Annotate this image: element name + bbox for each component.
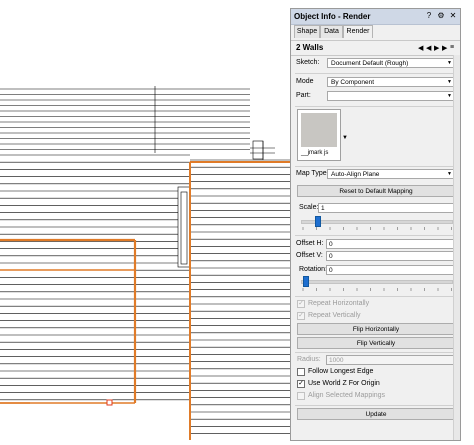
object-name: 2 Walls (296, 43, 324, 52)
divider (295, 235, 456, 236)
use-world-z-label: Use World Z For Origin (308, 380, 380, 387)
last-object-icon[interactable]: ▶ (442, 44, 447, 52)
map-type-value: Auto-Align Plane (331, 171, 380, 178)
map-type-dropdown[interactable]: Auto-Align Plane ▼ (327, 169, 455, 179)
divider (295, 166, 456, 167)
radius-field[interactable]: 1000 (326, 355, 455, 365)
tab-data[interactable]: Data (320, 25, 343, 38)
sketch-label: Sketch: (296, 59, 320, 66)
repeat-horizontally-label: Repeat Horizontally (308, 300, 370, 307)
object-header: 2 Walls ◀ ◀ ▶ ▶ ≡ (291, 40, 460, 56)
first-object-icon[interactable]: ◀ (418, 44, 423, 52)
selection-handle (106, 399, 113, 406)
chevron-down-icon: ▼ (447, 171, 452, 177)
scale-label: Scale: (299, 204, 319, 211)
tab-render[interactable]: Render (343, 25, 373, 38)
scale-slider-thumb[interactable] (315, 216, 321, 227)
palette-scrollbar[interactable] (453, 55, 460, 440)
rotation-slider-ticks (302, 288, 452, 291)
divider (295, 405, 456, 406)
mode-value: By Component (331, 79, 374, 86)
drawing-canvas[interactable] (0, 0, 290, 445)
follow-longest-edge-label: Follow Longest Edge (308, 368, 374, 375)
gear-icon[interactable]: ⚙ (436, 11, 446, 21)
repeat-horizontally-checkbox[interactable]: ✓ (297, 300, 305, 308)
scale-field[interactable]: 1 (318, 203, 455, 213)
sketch-dropdown[interactable]: Document Default (Rough) ▼ (327, 58, 455, 68)
door-panel (180, 191, 188, 265)
divider (295, 296, 456, 297)
scale-slider-ticks (302, 227, 452, 230)
divider (295, 106, 456, 107)
chevron-down-icon: ▼ (447, 93, 452, 99)
mode-dropdown[interactable]: By Component ▼ (327, 77, 455, 87)
use-world-z-checkbox[interactable]: ✓ (297, 380, 305, 388)
offset-h-field[interactable]: 0 (326, 239, 455, 249)
texture-menu-arrow-icon[interactable]: ▼ (341, 131, 349, 145)
help-icon[interactable]: ? (424, 11, 434, 21)
radius-label: Radius: (297, 356, 321, 363)
follow-longest-edge-checkbox[interactable] (297, 368, 305, 376)
palette-title: Object Info - Render (294, 12, 371, 21)
chevron-down-icon: ▼ (447, 79, 452, 85)
flip-vertically-button[interactable]: Flip Vertically (297, 337, 455, 349)
divider (295, 73, 456, 74)
update-button[interactable]: Update (297, 408, 455, 420)
offset-v-field[interactable]: 0 (326, 251, 455, 261)
roof-vent (252, 140, 264, 160)
flip-horizontally-button[interactable]: Flip Horizontally (297, 323, 455, 335)
offset-v-label: Offset V: (296, 252, 323, 259)
rotation-slider-track[interactable] (301, 280, 453, 284)
reset-mapping-button[interactable]: Reset to Default Mapping (297, 185, 455, 197)
repeat-vertically-label: Repeat Vertically (308, 312, 361, 319)
palette-titlebar[interactable]: Object Info - Render ? ⚙ ✕ (291, 9, 460, 25)
repeat-vertically-checkbox[interactable]: ✓ (297, 312, 305, 320)
texture-preview[interactable]: __jmark js (297, 109, 341, 161)
object-info-palette: Object Info - Render ? ⚙ ✕ Shape Data Re… (290, 8, 461, 441)
map-type-label: Map Type: (296, 170, 329, 177)
mode-label: Mode (296, 78, 314, 85)
texture-swatch (301, 113, 337, 147)
divider (295, 352, 456, 353)
part-dropdown[interactable]: ▼ (327, 91, 455, 101)
texture-name: __jmark js (301, 150, 329, 156)
next-object-icon[interactable]: ▶ (434, 44, 439, 52)
wall-drawing (0, 86, 290, 440)
tab-shape[interactable]: Shape (294, 25, 320, 38)
close-icon[interactable]: ✕ (448, 11, 458, 21)
rotation-label: Rotation: (299, 266, 328, 273)
previous-object-icon[interactable]: ◀ (426, 44, 431, 52)
scale-slider-track[interactable] (301, 220, 453, 224)
part-label: Part: (296, 92, 311, 99)
offset-h-label: Offset H: (296, 240, 324, 247)
sketch-value: Document Default (Rough) (331, 60, 409, 67)
rotation-slider-thumb[interactable] (303, 276, 309, 287)
align-selected-mappings-checkbox[interactable] (297, 392, 305, 400)
palette-tabs: Shape Data Render (291, 25, 460, 38)
align-selected-mappings-label: Align Selected Mappings (308, 392, 386, 399)
palette-menu-icon[interactable]: ≡ (450, 44, 454, 51)
chevron-down-icon: ▼ (447, 60, 452, 66)
rotation-field[interactable]: 0 (326, 265, 455, 275)
